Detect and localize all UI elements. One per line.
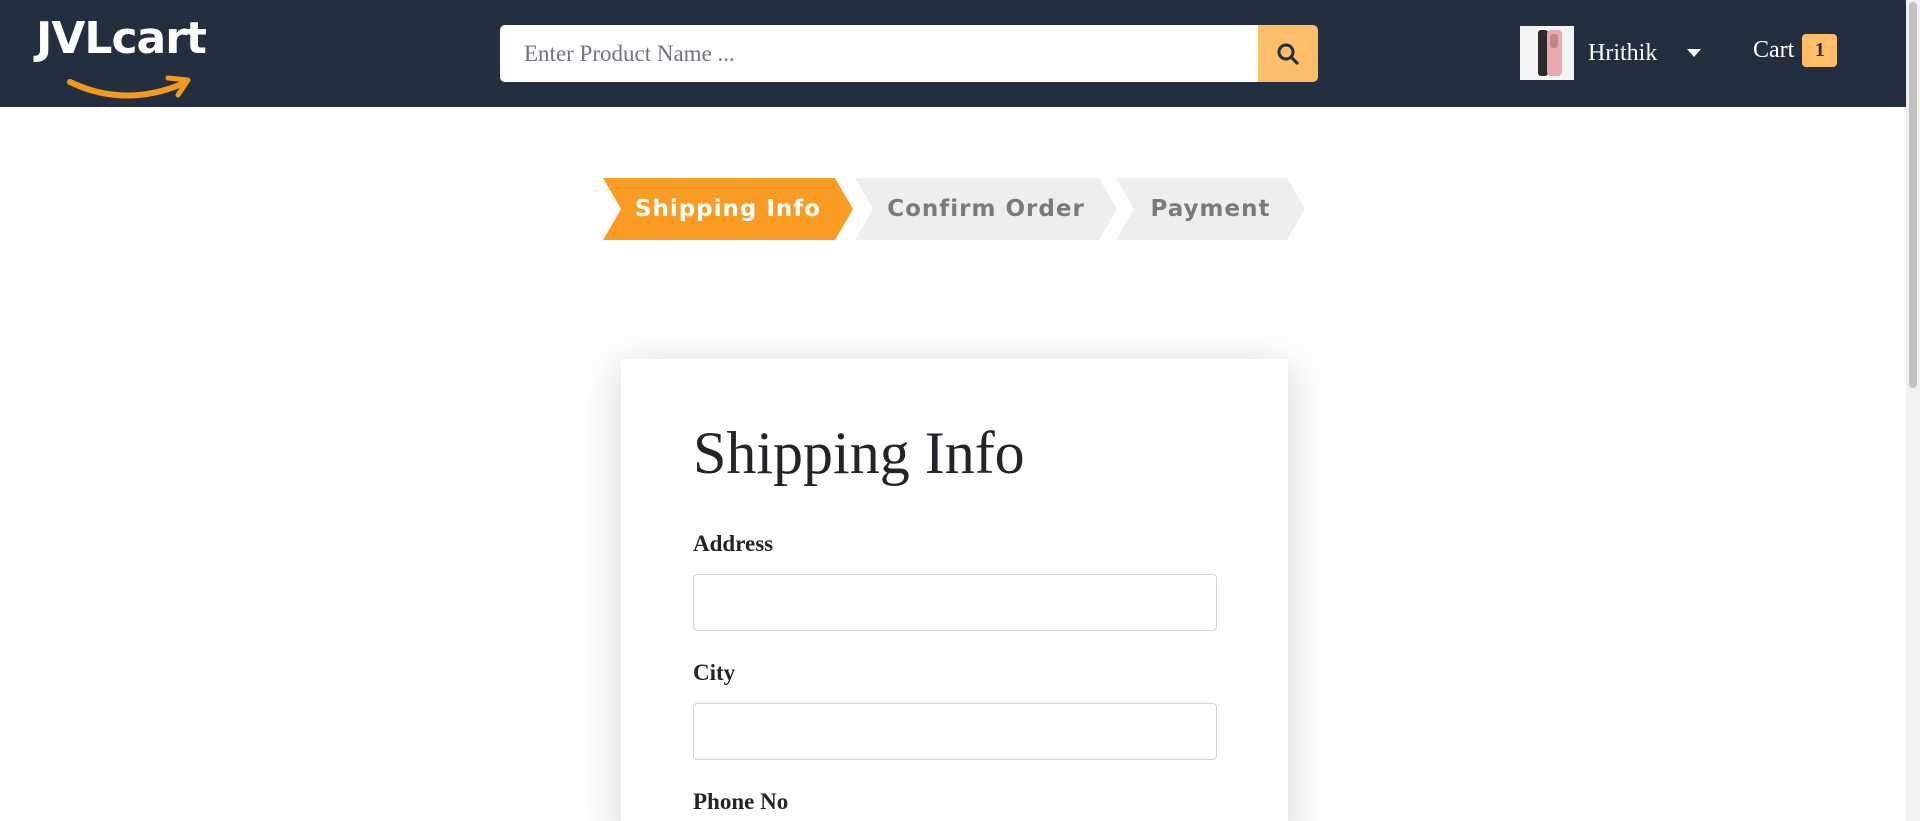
- search-icon: [1277, 43, 1299, 65]
- logo[interactable]: JVLcart: [36, 13, 240, 99]
- navbar: JVLcart Hrithik Cart 1: [0, 0, 1920, 107]
- logo-smile-arrow-icon: [67, 75, 191, 99]
- search-bar: [500, 25, 1318, 82]
- user-name: Hrithik: [1588, 39, 1658, 66]
- cart-count-badge: 1: [1802, 34, 1838, 67]
- avatar: [1520, 26, 1574, 80]
- search-input[interactable]: [500, 25, 1258, 82]
- cart-label: Cart: [1753, 37, 1795, 63]
- step-payment: Payment: [1116, 178, 1305, 240]
- address-label: Address: [693, 531, 774, 556]
- step-confirm-order: Confirm Order: [855, 178, 1117, 240]
- shipping-form: Shipping Info Address City Phone No: [621, 359, 1288, 821]
- search-button[interactable]: [1258, 25, 1318, 82]
- city-label: City: [693, 660, 736, 685]
- chevron-down-icon[interactable]: [1687, 49, 1702, 57]
- user-menu[interactable]: Hrithik: [1520, 26, 1702, 80]
- checkout-steps: Shipping Info Confirm Order Payment: [0, 178, 1906, 240]
- logo-text: JVLcart: [36, 13, 207, 64]
- form-title: Shipping Info: [693, 420, 1025, 486]
- page-scrollbar[interactable]: [1906, 0, 1920, 821]
- step-shipping-info: Shipping Info: [603, 178, 853, 240]
- phone-label: Phone No: [693, 789, 789, 814]
- scrollbar-thumb[interactable]: [1909, 2, 1917, 388]
- cart-link[interactable]: Cart 1: [1753, 34, 1838, 67]
- city-field[interactable]: [693, 703, 1217, 760]
- address-field[interactable]: [693, 574, 1217, 631]
